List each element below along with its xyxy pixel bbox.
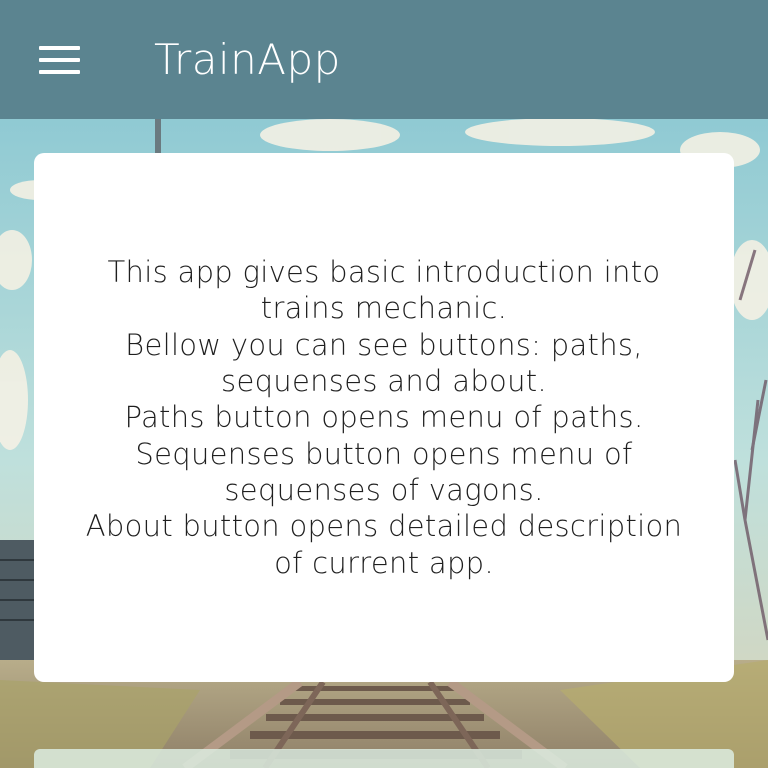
menu-bar-line — [38, 70, 80, 74]
app-bar: TrainApp — [0, 0, 768, 119]
intro-line: trains mechanic. — [260, 291, 508, 326]
intro-line: sequenses of vagons. — [224, 472, 544, 507]
intro-card: This app gives basic introduction into t… — [34, 153, 734, 682]
menu-bar-line — [38, 46, 80, 50]
hamburger-menu-icon[interactable] — [27, 30, 91, 90]
intro-line: of current app. — [274, 545, 494, 580]
paths-button[interactable] — [34, 749, 734, 768]
app-screen: TrainApp This app gives basic introducti… — [0, 0, 768, 768]
menu-bar-line — [38, 58, 80, 62]
intro-line: Paths button opens menu of paths. — [124, 400, 644, 435]
intro-line: Sequenses button opens menu of — [135, 436, 633, 471]
intro-line: About button opens detailed description — [85, 509, 683, 544]
intro-text: This app gives basic introduction into t… — [86, 254, 682, 581]
app-title: TrainApp — [154, 35, 341, 84]
intro-line: sequenses and about. — [221, 364, 547, 399]
intro-line: Bellow you can see buttons: paths, — [125, 327, 643, 362]
intro-line: This app gives basic introduction into — [107, 255, 661, 290]
